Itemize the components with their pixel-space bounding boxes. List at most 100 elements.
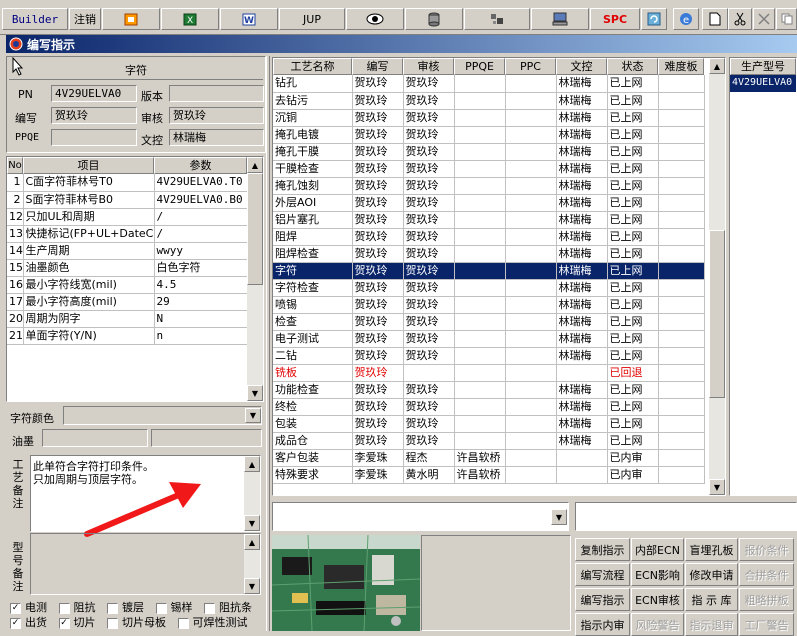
process-row[interactable]: 掩孔干膜 贺玖玲 贺玖玲 林瑞梅 已上网 [273, 143, 705, 161]
ink-field-1[interactable] [42, 429, 148, 447]
checkbox-electric-test[interactable]: ✓ 电测 [10, 601, 47, 614]
scroll-down-icon[interactable]: ▼ [244, 578, 260, 594]
action-button[interactable]: 修改申请 [685, 563, 738, 586]
version-field[interactable] [169, 85, 264, 102]
action-button[interactable]: ECN影响 [631, 563, 684, 586]
process-row[interactable]: 阻焊 贺玖玲 贺玖玲 林瑞梅 已上网 [273, 228, 705, 246]
process-row[interactable]: 包装 贺玖玲 贺玖玲 林瑞梅 已上网 [273, 415, 705, 433]
type-note-textarea[interactable]: ▲ ▼ [30, 533, 261, 595]
action-button[interactable]: 内部ECN [631, 538, 684, 561]
ink-field-2[interactable] [151, 429, 262, 447]
checkbox-plating[interactable]: 镀层 [107, 601, 144, 614]
checkbox-slice-master[interactable]: 切片母板 [107, 616, 166, 629]
scroll-up-icon[interactable]: ▲ [244, 456, 260, 472]
process-row[interactable]: 沉铜 贺玖玲 贺玖玲 林瑞梅 已上网 [273, 109, 705, 127]
new-page-icon[interactable] [702, 8, 728, 30]
pn-field[interactable]: 4V29UELVA0 [51, 85, 137, 102]
action-button[interactable]: 风险警告 [631, 613, 684, 636]
lower-input[interactable] [575, 502, 797, 531]
scroll-down-icon[interactable]: ▼ [709, 479, 725, 495]
action-button[interactable]: 报价条件 [739, 538, 794, 561]
process-row[interactable]: 终检 贺玖玲 贺玖玲 林瑞梅 已上网 [273, 398, 705, 416]
checkbox-tin-sample[interactable]: 锡样 [155, 601, 193, 614]
scroll-up-icon[interactable]: ▲ [244, 534, 260, 550]
computer-icon[interactable] [531, 8, 589, 30]
checkbox-shipping[interactable]: ✓ 出货 [10, 616, 47, 629]
database-icon[interactable] [405, 8, 463, 30]
doc-control-field[interactable]: 林瑞梅 [169, 129, 264, 146]
checkbox-impedance[interactable]: 阻抗 [58, 601, 96, 614]
scroll-up-icon[interactable]: ▲ [247, 157, 263, 173]
action-button[interactable]: 盲埋孔板 [685, 538, 738, 561]
action-button[interactable]: 合拼条件 [739, 563, 794, 586]
ie-icon[interactable]: e [673, 8, 699, 30]
chevron-down-icon[interactable]: ▼ [245, 408, 261, 423]
process-row[interactable]: 掩孔电镀 贺玖玲 贺玖玲 林瑞梅 已上网 [273, 126, 705, 144]
checkbox-impedance-strip[interactable]: 阻抗条 [204, 601, 252, 614]
refresh-icon[interactable] [641, 8, 667, 30]
param-row[interactable]: 12 只加UL和周期 / [7, 208, 248, 226]
action-button[interactable]: 工厂警告 [739, 613, 794, 636]
param-row[interactable]: 1 C面字符菲林号T0 4V29UELVA0.T0 [7, 174, 248, 192]
scroll-thumb[interactable] [247, 173, 263, 285]
process-row[interactable]: 字符 贺玖玲 贺玖玲 林瑞梅 已上网 [273, 262, 705, 280]
process-row[interactable]: 钻孔 贺玖玲 贺玖玲 林瑞梅 已上网 [273, 75, 705, 93]
scroll-up-icon[interactable]: ▲ [709, 58, 725, 74]
param-row[interactable]: 14 生产周期 wwyy [7, 242, 248, 260]
param-row[interactable]: 17 最小字符高度(mil) 29 [7, 293, 248, 311]
param-row[interactable]: 13 快捷标记(FP+UL+DateCo / [7, 225, 248, 243]
jup-button[interactable]: JUP [279, 8, 345, 30]
process-row[interactable]: 功能检查 贺玖玲 贺玖玲 林瑞梅 已上网 [273, 381, 705, 399]
lower-select[interactable]: ▼ [272, 502, 569, 531]
param-row[interactable]: 21 单面字符(Y/N) n [7, 327, 248, 345]
action-button[interactable]: 复制指示 [575, 538, 630, 561]
process-row[interactable]: 客户包装 李爱珠 程杰 许昌软桥 已内审 [273, 449, 705, 467]
process-row[interactable]: 字符检查 贺玖玲 贺玖玲 林瑞梅 已上网 [273, 279, 705, 297]
reviewer-field[interactable]: 贺玖玲 [169, 107, 264, 124]
process-note-textarea[interactable]: 此单符合字符打印条件。 只加周期与顶层字符。 ▲ ▼ [30, 455, 261, 537]
orange-icon[interactable] [102, 8, 160, 30]
scroll-thumb[interactable] [709, 230, 725, 398]
process-row[interactable]: 阻焊检查 贺玖玲 贺玖玲 林瑞梅 已上网 [273, 245, 705, 263]
settings-icon[interactable] [464, 8, 530, 30]
checkbox-solderability[interactable]: 可焊性测试 [177, 616, 248, 629]
param-row[interactable]: 20 周期为阴字 N [7, 310, 248, 328]
scroll-down-icon[interactable]: ▼ [244, 515, 260, 531]
action-button[interactable]: 编写流程 [575, 563, 630, 586]
process-row[interactable]: 干膜检查 贺玖玲 贺玖玲 林瑞梅 已上网 [273, 160, 705, 178]
process-row[interactable]: 掩孔蚀刻 贺玖玲 贺玖玲 林瑞梅 已上网 [273, 177, 705, 195]
copy-icon[interactable] [776, 8, 797, 30]
process-scrollbar[interactable]: ▲ ▼ [709, 58, 725, 495]
action-button[interactable]: 编写指示 [575, 588, 630, 611]
excel-icon[interactable]: X [161, 8, 219, 30]
close-icon[interactable] [753, 8, 775, 30]
color-select[interactable]: ▼ [63, 406, 262, 425]
action-button[interactable]: 粗略拼板 [739, 588, 794, 611]
scissors-icon[interactable] [728, 8, 752, 30]
word-icon[interactable]: W [220, 8, 278, 30]
process-row[interactable]: 检查 贺玖玲 贺玖玲 林瑞梅 已上网 [273, 313, 705, 331]
process-row[interactable]: 二钻 贺玖玲 贺玖玲 林瑞梅 已上网 [273, 347, 705, 365]
process-row[interactable]: 铣板 贺玖玲 已回退 [273, 364, 705, 382]
eye-icon[interactable] [346, 8, 404, 30]
process-row[interactable]: 去钻污 贺玖玲 贺玖玲 林瑞梅 已上网 [273, 92, 705, 110]
action-button[interactable]: 指示退审 [685, 613, 738, 636]
logout-button[interactable]: 注销 [69, 8, 101, 30]
chevron-down-icon[interactable]: ▼ [551, 509, 567, 525]
param-row[interactable]: 16 最小字符线宽(mil) 4.5 [7, 276, 248, 294]
ppqe-field[interactable] [51, 129, 137, 146]
action-button[interactable]: 指示内审 [575, 613, 630, 636]
builder-button[interactable]: Builder [2, 8, 68, 30]
spc-button[interactable]: SPC [590, 8, 640, 30]
param-scrollbar[interactable]: ▲ ▼ [247, 157, 263, 401]
checkbox-slice[interactable]: ✓ 切片 [58, 616, 96, 629]
param-row[interactable]: 2 S面字符菲林号B0 4V29UELVA0.B0 [7, 191, 248, 209]
process-row[interactable]: 铝片塞孔 贺玖玲 贺玖玲 林瑞梅 已上网 [273, 211, 705, 229]
process-row[interactable]: 电子测试 贺玖玲 贺玖玲 林瑞梅 已上网 [273, 330, 705, 348]
action-button[interactable]: ECN审核 [631, 588, 684, 611]
param-row[interactable]: 15 油墨颜色 白色字符 [7, 259, 248, 277]
process-row[interactable]: 外层AOI 贺玖玲 贺玖玲 林瑞梅 已上网 [273, 194, 705, 212]
process-row[interactable]: 特殊要求 李爱珠 黄水明 许昌软桥 已内审 [273, 466, 705, 484]
scroll-down-icon[interactable]: ▼ [247, 385, 263, 401]
model-value[interactable]: 4V29UELVA0 [730, 75, 796, 92]
